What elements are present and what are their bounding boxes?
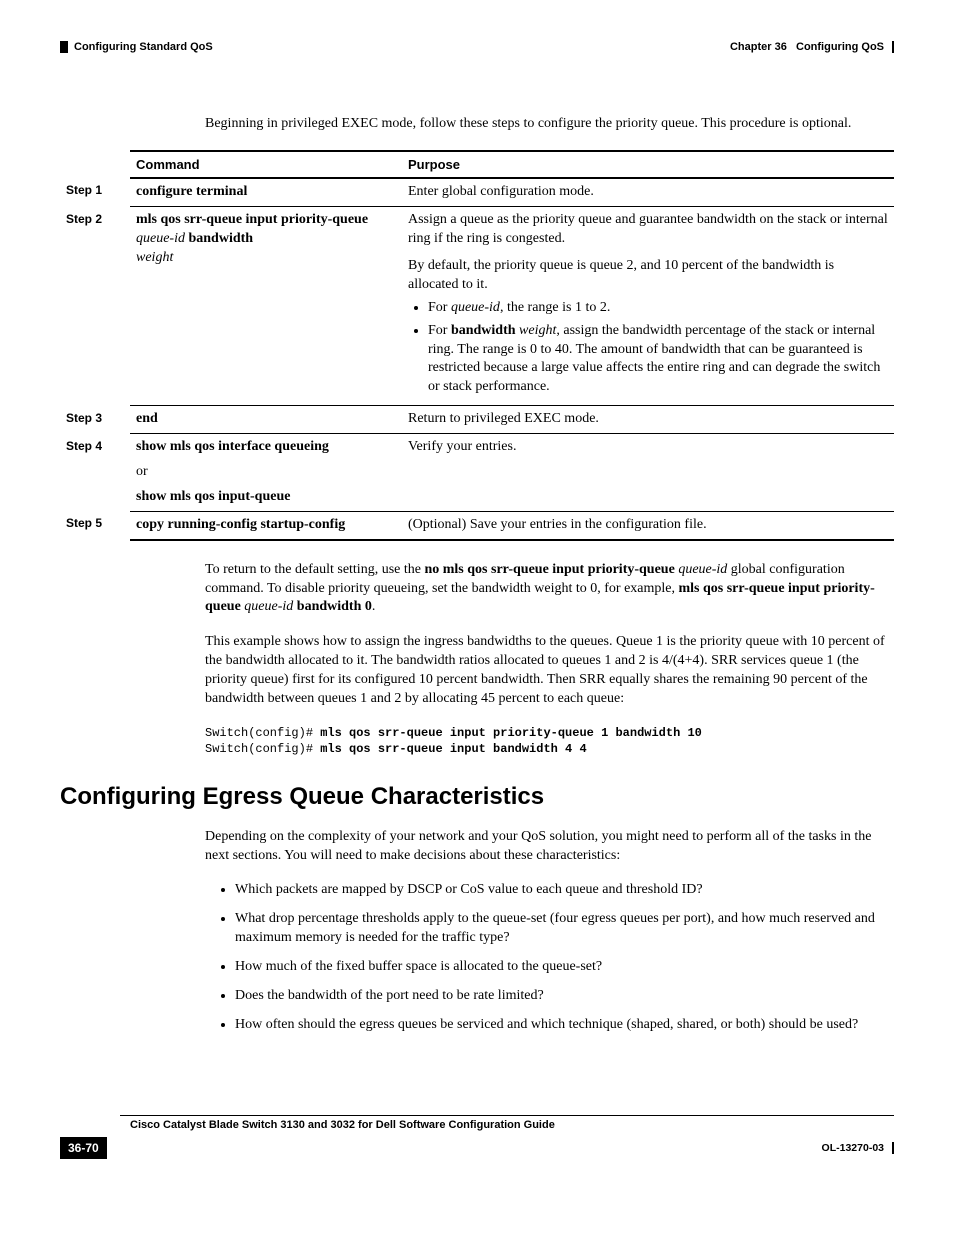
cmd-or: or [136,463,396,482]
list-item: How often should the egress queues be se… [235,1016,894,1035]
step-label: Step 3 [60,406,130,434]
th-purpose: Purpose [402,151,894,179]
purpose-text: Verify your entries. [402,434,894,512]
footer-book-title: Cisco Catalyst Blade Switch 3130 and 303… [130,1118,894,1133]
intro-paragraph: Beginning in privileged EXEC mode, follo… [205,115,894,134]
list-item: For bandwidth weight, assign the bandwid… [428,322,888,398]
th-command: Command [130,151,402,179]
purpose-text: Assign a queue as the priority queue and… [408,211,888,249]
page-header: Configuring Standard QoS Chapter 36 Conf… [60,40,894,55]
purpose-text: By default, the priority queue is queue … [408,257,888,295]
cmd-text: configure terminal [136,184,247,199]
cmd-text: copy running-config startup-config [136,517,345,532]
cmd-text: show mls qos input-queue [136,489,290,504]
cmd-text: mls qos srr-queue input priority-queue [136,212,368,227]
list-item: How much of the fixed buffer space is al… [235,958,894,977]
header-chapter: Chapter 36 [730,40,787,55]
code-block: Switch(config)# mls qos srr-queue input … [205,725,894,757]
cmd-arg: weight [136,250,173,265]
step-label: Step 4 [60,434,130,512]
list-item: What drop percentage thresholds apply to… [235,910,894,948]
step-label: Step 2 [60,207,130,406]
footer-doc-id: OL-13270-03 [822,1141,884,1155]
purpose-text: (Optional) Save your entries in the conf… [402,511,894,539]
footer-edge-icon [892,1142,894,1154]
header-edge-icon [892,41,894,53]
header-bar-icon [60,41,68,53]
list-item: Which packets are mapped by DSCP or CoS … [235,881,894,900]
step-label: Step 5 [60,511,130,539]
header-section-title: Configuring Standard QoS [74,40,213,55]
section-heading: Configuring Egress Queue Characteristics [60,781,894,813]
list-item: Does the bandwidth of the port need to b… [235,987,894,1006]
page-footer: Cisco Catalyst Blade Switch 3130 and 303… [60,1115,894,1159]
cmd-text: bandwidth [185,231,253,246]
cmd-text: end [136,411,158,426]
page-number-badge: 36-70 [60,1137,107,1159]
purpose-text: Enter global configuration mode. [402,178,894,206]
egress-bullet-list: Which packets are mapped by DSCP or CoS … [205,881,894,1034]
example-paragraph: This example shows how to assign the ing… [205,633,894,709]
header-chapter-title: Configuring QoS [796,40,884,55]
cmd-text: show mls qos interface queueing [136,439,329,454]
purpose-text: Return to privileged EXEC mode. [402,406,894,434]
post-paragraph: To return to the default setting, use th… [205,561,894,618]
egress-intro: Depending on the complexity of your netw… [205,828,894,866]
steps-table: Command Purpose Step 1 configure termina… [60,150,894,541]
step-label: Step 1 [60,178,130,206]
cmd-arg: queue-id [136,231,185,246]
list-item: For queue-id, the range is 1 to 2. [428,299,888,318]
